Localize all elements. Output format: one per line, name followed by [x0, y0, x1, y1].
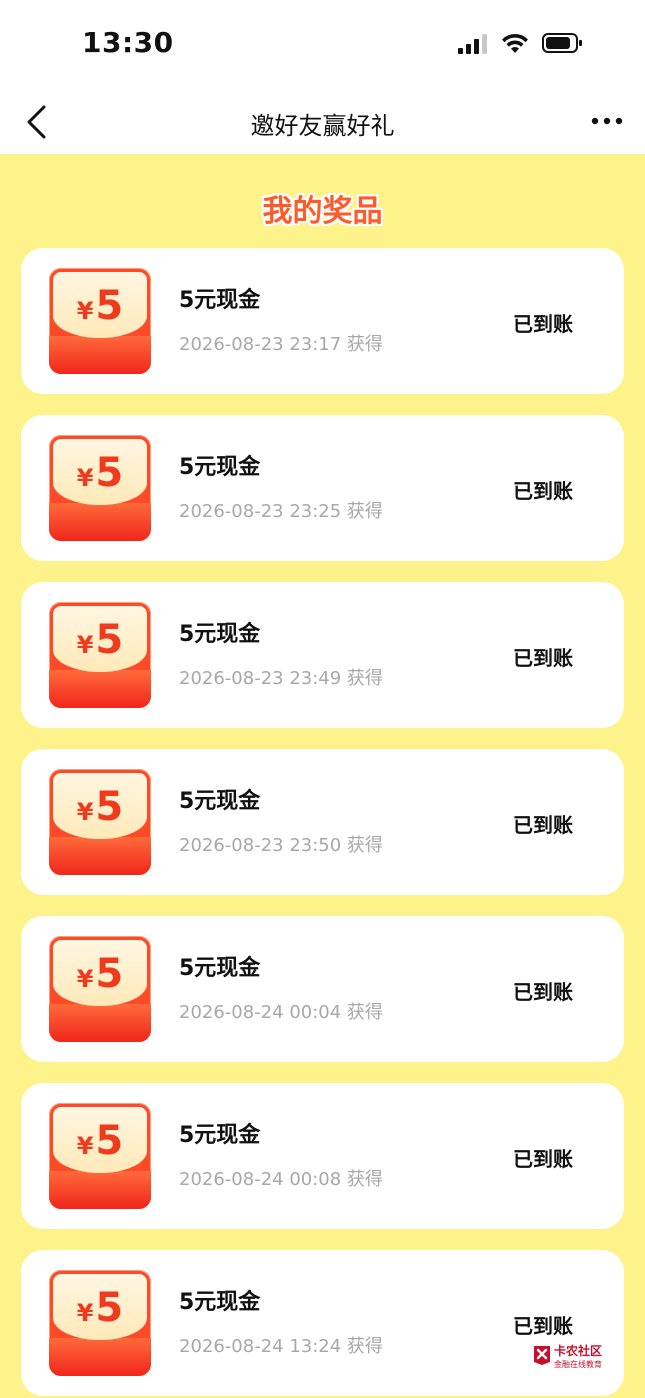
- reward-name: 5元现金: [179, 1290, 261, 1315]
- reward-status: 已到账: [513, 646, 573, 670]
- reward-status: 已到账: [513, 312, 573, 336]
- status-time: 13:30: [82, 26, 174, 59]
- reward-time: 2026-08-23 23:49 获得: [179, 668, 383, 689]
- reward-card: ¥5 5元现金 2026-08-24 13:24 获得 已到账: [21, 1250, 624, 1396]
- watermark-title: 卡农社区: [554, 1344, 603, 1358]
- reward-name: 5元现金: [179, 288, 261, 313]
- cash-coupon-icon: ¥5: [49, 1270, 151, 1376]
- wifi-icon: [502, 33, 528, 53]
- reward-card: ¥5 5元现金 2026-08-23 23:49 获得 已到账: [21, 582, 624, 728]
- reward-time: 2026-08-24 00:04 获得: [179, 1002, 383, 1023]
- reward-name: 5元现金: [179, 455, 261, 480]
- coupon-amount: ¥5: [76, 784, 124, 830]
- watermark: 卡农社区 金融在线教育: [532, 1342, 622, 1374]
- coupon-amount: ¥5: [76, 1285, 124, 1331]
- nav-bar: 邀好友赢好礼: [0, 88, 645, 154]
- reward-name: 5元现金: [179, 789, 261, 814]
- reward-time: 2026-08-23 23:25 获得: [179, 501, 383, 522]
- reward-card: ¥5 5元现金 2026-08-24 00:04 获得 已到账: [21, 916, 624, 1062]
- reward-time: 2026-08-24 00:08 获得: [179, 1169, 383, 1190]
- cellular-signal-icon: [458, 34, 487, 54]
- reward-card: ¥5 5元现金 2026-08-24 00:08 获得 已到账: [21, 1083, 624, 1229]
- rewards-panel: 我的奖品 ¥5 5元现金 2026-08-23 23:17 获得 已到账 ¥5 …: [0, 154, 645, 1398]
- cash-coupon-icon: ¥5: [49, 769, 151, 875]
- page-title: 邀好友赢好礼: [250, 112, 395, 140]
- reward-status: 已到账: [513, 1147, 573, 1171]
- coupon-amount: ¥5: [76, 450, 124, 496]
- status-bar: 13:30: [0, 0, 645, 88]
- reward-time: 2026-08-24 13:24 获得: [179, 1336, 383, 1357]
- cash-coupon-icon: ¥5: [49, 435, 151, 541]
- reward-status: 已到账: [513, 980, 573, 1004]
- battery-icon: [542, 33, 582, 53]
- reward-card: ¥5 5元现金 2026-08-23 23:25 获得 已到账: [21, 415, 624, 561]
- reward-status: 已到账: [513, 813, 573, 837]
- reward-name: 5元现金: [179, 622, 261, 647]
- reward-time: 2026-08-23 23:50 获得: [179, 835, 383, 856]
- reward-time: 2026-08-23 23:17 获得: [179, 334, 383, 355]
- reward-status: 已到账: [513, 479, 573, 503]
- reward-name: 5元现金: [179, 1123, 261, 1148]
- watermark-subtitle: 金融在线教育: [554, 1360, 602, 1369]
- reward-card: ¥5 5元现金 2026-08-23 23:50 获得 已到账: [21, 749, 624, 895]
- cash-coupon-icon: ¥5: [49, 936, 151, 1042]
- more-menu-icon[interactable]: [590, 116, 624, 126]
- section-title: 我的奖品: [262, 194, 383, 229]
- coupon-amount: ¥5: [76, 951, 124, 997]
- cash-coupon-icon: ¥5: [49, 1103, 151, 1209]
- coupon-amount: ¥5: [76, 1118, 124, 1164]
- cash-coupon-icon: ¥5: [49, 602, 151, 708]
- reward-card: ¥5 5元现金 2026-08-23 23:17 获得 已到账: [21, 248, 624, 394]
- reward-name: 5元现金: [179, 956, 261, 981]
- reward-status: 已到账: [513, 1314, 573, 1338]
- watermark-logo-icon: [534, 1346, 550, 1365]
- coupon-amount: ¥5: [76, 283, 124, 329]
- cash-coupon-icon: ¥5: [49, 268, 151, 374]
- coupon-amount: ¥5: [76, 617, 124, 663]
